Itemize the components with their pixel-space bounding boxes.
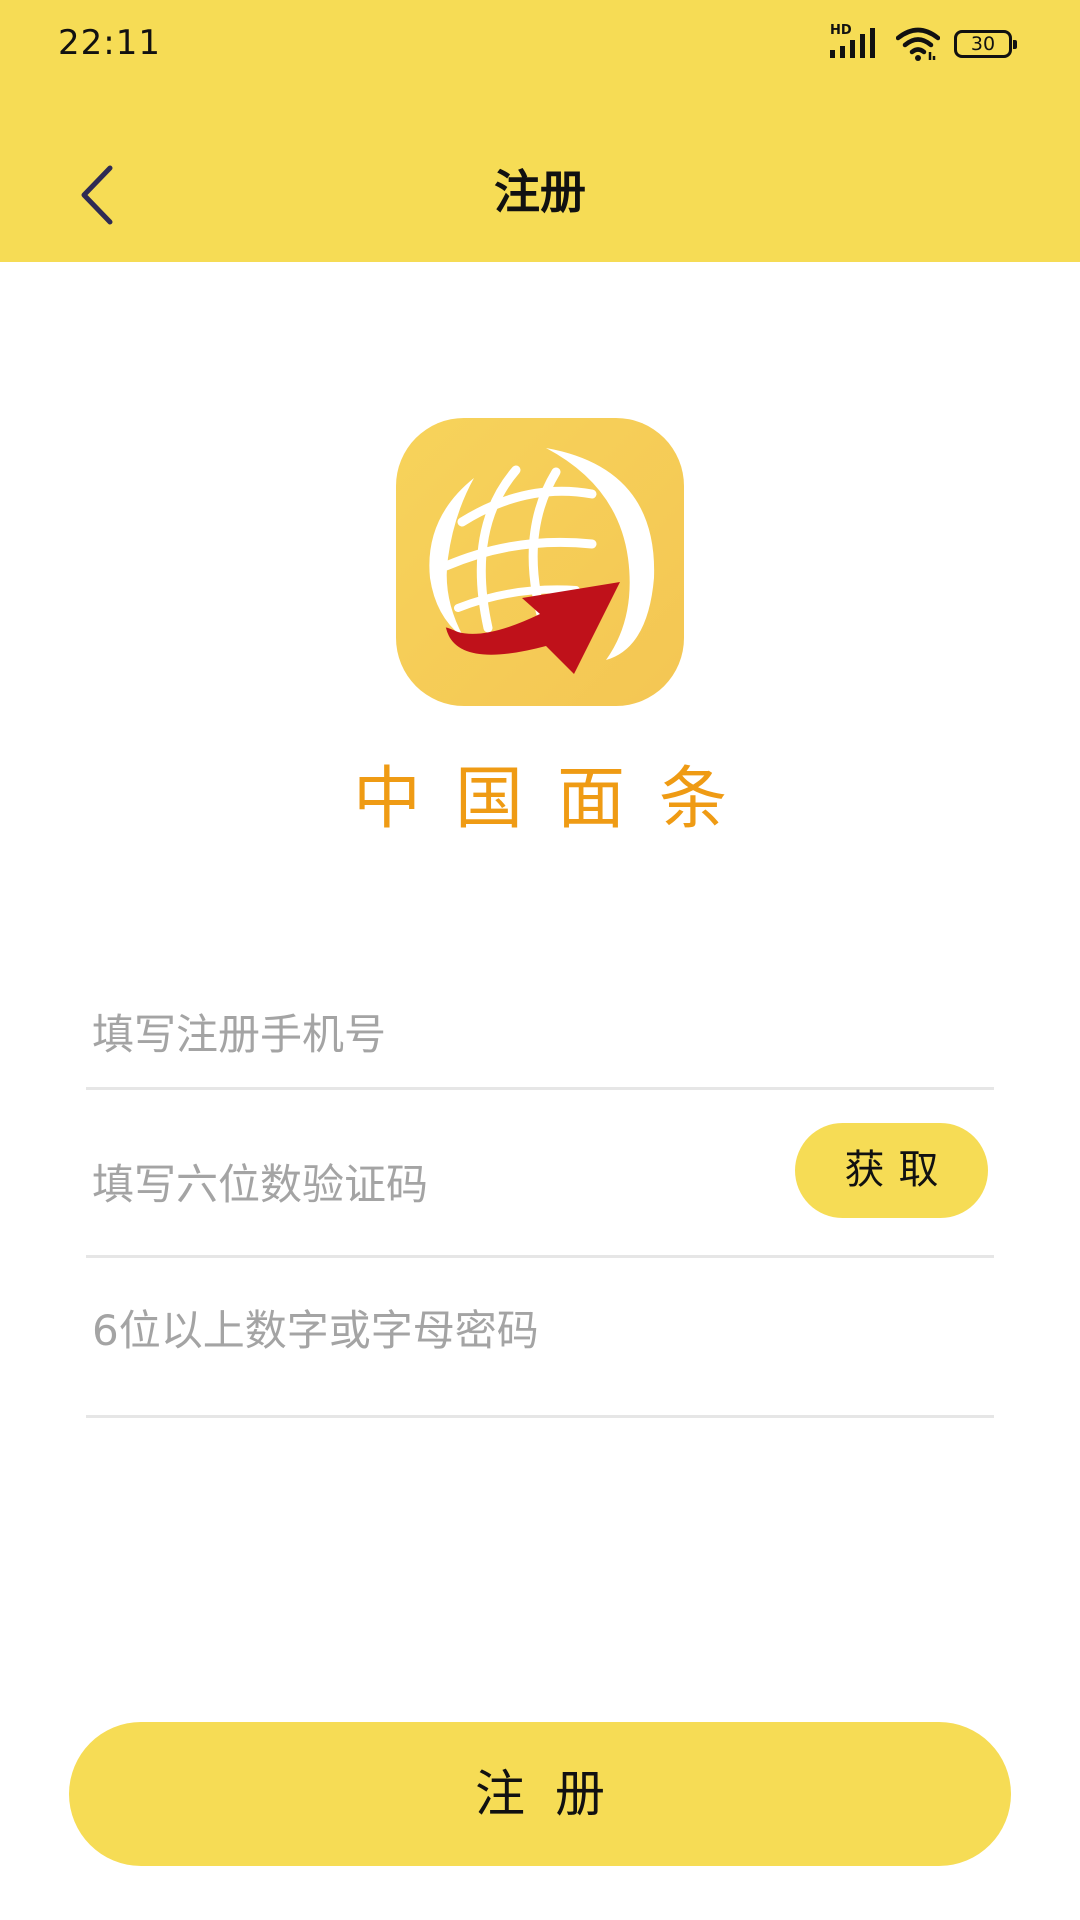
battery-icon: 30 bbox=[954, 30, 1017, 58]
verification-code-input[interactable] bbox=[92, 1154, 772, 1214]
globe-arrow-logo bbox=[429, 448, 655, 674]
wifi-icon bbox=[896, 27, 940, 61]
status-icons: HD 30 bbox=[830, 22, 1017, 66]
register-button[interactable]: 注册 bbox=[69, 1722, 1011, 1866]
get-code-button[interactable]: 获取 bbox=[795, 1123, 988, 1218]
password-input[interactable] bbox=[92, 1300, 972, 1360]
page-title: 注册 bbox=[494, 165, 586, 219]
phone-input[interactable] bbox=[92, 1004, 972, 1064]
status-time: 22:11 bbox=[58, 23, 161, 63]
battery-level: 30 bbox=[970, 33, 996, 55]
app-logo bbox=[396, 418, 684, 706]
phone-field bbox=[86, 948, 994, 1090]
app-header: 22:11 HD 30 注册 bbox=[0, 0, 1080, 262]
password-field bbox=[86, 1258, 994, 1418]
brand-name: 中国面条 bbox=[352, 760, 761, 839]
signal-icon: HD bbox=[830, 24, 882, 64]
